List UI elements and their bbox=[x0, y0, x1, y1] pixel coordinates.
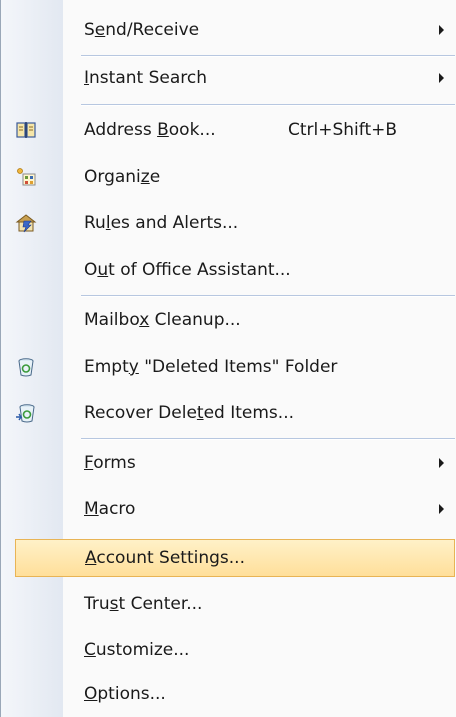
menu-item-label: Mailbox Cleanup... bbox=[84, 310, 241, 330]
menu-item-recover-deleted-items[interactable]: Recover Deleted Items... bbox=[1, 395, 456, 431]
menu-item-label: Recover Deleted Items... bbox=[84, 403, 294, 423]
menu-item-instant-search[interactable]: Instant Search bbox=[1, 60, 456, 96]
menu-item-send-receive[interactable]: Send/Receive bbox=[1, 12, 456, 48]
tools-menu: Send/Receive Instant Search Address Book… bbox=[0, 0, 456, 717]
menu-item-label: Account Settings... bbox=[85, 548, 245, 568]
submenu-arrow-icon bbox=[439, 73, 444, 83]
menu-item-label: Customize... bbox=[84, 640, 190, 660]
submenu-arrow-icon bbox=[439, 25, 444, 35]
menu-item-label: Out of Office Assistant... bbox=[84, 260, 291, 280]
menu-separator bbox=[81, 104, 455, 106]
menu-separator bbox=[81, 295, 455, 297]
menu-item-forms[interactable]: Forms bbox=[1, 445, 456, 481]
menu-item-rules-and-alerts[interactable]: Rules and Alerts... bbox=[1, 205, 456, 241]
menu-item-mailbox-cleanup[interactable]: Mailbox Cleanup... bbox=[1, 302, 456, 338]
menu-item-label: Options... bbox=[84, 684, 166, 704]
menu-item-account-settings[interactable]: Account Settings... bbox=[15, 539, 455, 577]
menu-item-trust-center[interactable]: Trust Center... bbox=[1, 586, 456, 622]
menu-item-empty-deleted-items[interactable]: Empty "Deleted Items" Folder bbox=[1, 349, 456, 385]
menu-item-label: Trust Center... bbox=[84, 594, 203, 614]
menu-item-label: Organize bbox=[84, 167, 161, 187]
submenu-arrow-icon bbox=[439, 458, 444, 468]
menu-item-label: Address Book... bbox=[84, 120, 216, 140]
menu-item-label: Rules and Alerts... bbox=[84, 213, 239, 233]
recover-bin-icon bbox=[16, 404, 35, 423]
menu-item-label: Send/Receive bbox=[84, 20, 200, 40]
recycle-bin-icon bbox=[18, 358, 34, 377]
menu-item-organize[interactable]: Organize bbox=[1, 159, 456, 195]
menu-item-options[interactable]: Options... bbox=[1, 676, 456, 712]
rules-alerts-icon bbox=[15, 214, 37, 233]
menu-item-shortcut: Ctrl+Shift+B bbox=[288, 120, 398, 140]
menu-separator bbox=[81, 55, 455, 57]
menu-item-label: Empty "Deleted Items" Folder bbox=[84, 357, 338, 377]
submenu-arrow-icon bbox=[439, 504, 444, 514]
menu-item-macro[interactable]: Macro bbox=[1, 491, 456, 527]
menu-separator bbox=[81, 438, 455, 440]
menu-item-out-of-office[interactable]: Out of Office Assistant... bbox=[1, 252, 456, 288]
menu-item-label: Instant Search bbox=[84, 68, 207, 88]
menu-item-customize[interactable]: Customize... bbox=[1, 632, 456, 668]
menu-item-label: Forms bbox=[84, 453, 136, 473]
organize-icon bbox=[17, 168, 36, 186]
menu-item-address-book[interactable]: Address Book... Ctrl+Shift+B bbox=[1, 112, 456, 148]
menu-item-label: Macro bbox=[84, 499, 136, 519]
address-book-icon bbox=[16, 122, 36, 138]
